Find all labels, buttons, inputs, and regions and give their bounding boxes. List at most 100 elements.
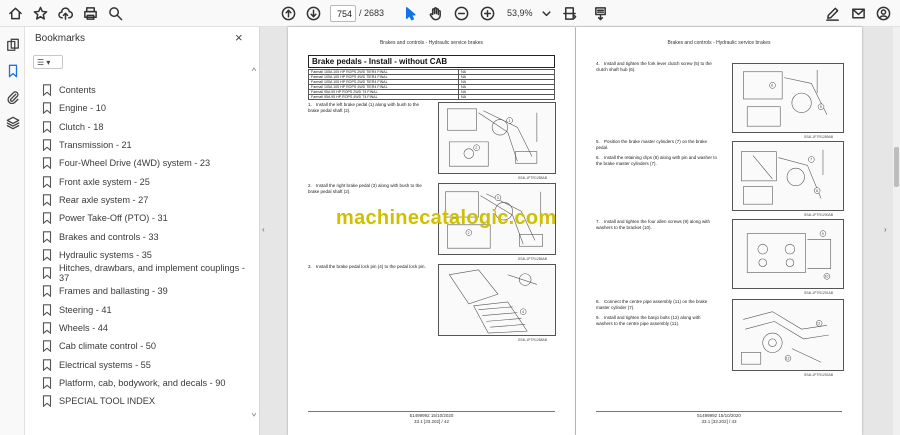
svg-text:10: 10	[825, 275, 829, 279]
zoom-level[interactable]: 53,9%	[507, 8, 533, 18]
bookmark-item[interactable]: Electrical systems - 55	[42, 355, 247, 373]
bookmark-options-dropdown[interactable]: ☰ ▾	[33, 55, 63, 69]
table-cell: Farmall 95A 95 HP ROPS 4WD T4 FINAL	[308, 94, 459, 100]
instruction-step: 5. Position the brake master cylinders (7…	[596, 139, 708, 150]
document-viewer[interactable]: ‹ Brakes and controls - Hydraulic servic…	[260, 27, 900, 435]
scroll-mode-icon[interactable]	[591, 4, 609, 22]
page-number-input[interactable]	[330, 5, 356, 22]
bookmark-icon	[42, 340, 52, 353]
select-cursor-icon[interactable]	[401, 4, 419, 22]
bookmark-item[interactable]: Front axle system - 25	[42, 172, 247, 190]
bookmark-item[interactable]: Clutch - 18	[42, 118, 247, 136]
bookmark-item[interactable]: Steering - 41	[42, 301, 247, 319]
bookmark-item[interactable]: Rear axle system - 27	[42, 191, 247, 209]
bookmark-icon	[42, 212, 52, 225]
bookmark-item[interactable]: Hitches, drawbars, and implement couplin…	[42, 263, 247, 284]
bookmark-item[interactable]: Brakes and controls - 33	[42, 227, 247, 245]
zoom-out-icon[interactable]	[452, 4, 470, 22]
figure-illustration: 7 8	[732, 141, 844, 211]
page-total: / 2683	[359, 8, 385, 18]
bookmark-item[interactable]: SPECIAL TOOL INDEX	[42, 392, 247, 410]
bookmark-item[interactable]: Four-Wheel Drive (4WD) system - 23	[42, 154, 247, 172]
bookmark-icon	[42, 377, 52, 390]
scrollbar-thumb[interactable]	[894, 147, 899, 187]
close-icon[interactable]: ×	[235, 31, 243, 44]
figure-caption: SS4L1PTR1286AB	[518, 257, 548, 261]
account-icon[interactable]	[874, 4, 892, 22]
star-icon[interactable]	[31, 4, 49, 22]
svg-text:11: 11	[817, 322, 821, 326]
zoom-dropdown-icon[interactable]	[537, 4, 555, 22]
bookmark-icon	[42, 358, 52, 371]
watermark-text: machinecatalogic.com	[336, 207, 557, 229]
instruction-step: 6. Install the retaining clips (8) along …	[596, 155, 718, 166]
sign-pen-icon[interactable]	[823, 4, 841, 22]
bookmark-label: Rear axle system - 27	[59, 194, 149, 205]
document-scrollbar[interactable]	[893, 27, 900, 435]
bookmark-icon	[42, 322, 52, 335]
bookmark-label: Power Take-Off (PTO) - 31	[59, 213, 168, 224]
bookmark-icon	[42, 102, 52, 115]
page-thumbnails-icon[interactable]	[4, 36, 21, 53]
instruction-step: 4. Install and tighten the fork lever clu…	[596, 61, 712, 72]
bookmark-label: Hydraulic systems - 35	[59, 249, 152, 260]
svg-text:2: 2	[468, 231, 470, 235]
bookmark-label: Wheels - 44	[59, 323, 109, 333]
bookmark-item[interactable]: Contents	[42, 81, 247, 99]
figure-caption: SS4L1PTR1291AB	[804, 291, 834, 295]
panel-scrollbar[interactable]	[251, 67, 257, 417]
bookmark-icon[interactable]	[4, 62, 21, 79]
table-row: Farmall 95A 95 HP ROPS 4WD T4 FINAL NA	[308, 94, 555, 100]
figure-illustration: 11 12	[732, 299, 844, 371]
bookmark-item[interactable]: Cab climate control - 50	[42, 337, 247, 355]
bookmark-item[interactable]: Wheels - 44	[42, 319, 247, 337]
page-fit-icon[interactable]	[560, 4, 578, 22]
svg-text:4: 4	[522, 310, 524, 314]
bookmark-item[interactable]: Transmission - 21	[42, 136, 247, 154]
scroll-left-icon[interactable]: ‹	[262, 225, 265, 234]
search-icon[interactable]	[106, 4, 124, 22]
figure-illustration: 9 10	[732, 219, 844, 289]
bookmark-label: Platform, cab, bodywork, and decals - 90	[59, 377, 226, 388]
figure-caption: SS4L1PTR1288AB	[518, 338, 548, 342]
bookmark-item[interactable]: Hydraulic systems - 35	[42, 246, 247, 264]
instruction-step: 2. Install the right brake pedal (3) alon…	[308, 183, 422, 194]
svg-text:9: 9	[822, 232, 824, 236]
svg-text:5: 5	[820, 105, 822, 109]
bookmark-item[interactable]: Frames and ballasting - 39	[42, 282, 247, 300]
attachment-icon[interactable]	[4, 88, 21, 105]
bookmark-label: Hitches, drawbars, and implement couplin…	[59, 263, 245, 284]
document-page-left: Brakes and controls - Hydraulic service …	[288, 27, 575, 435]
layers-icon[interactable]	[4, 114, 21, 131]
svg-text:8: 8	[816, 189, 818, 193]
bookmark-icon	[42, 175, 52, 188]
page-footer-number: 33.1 [33.202] / 42	[413, 419, 450, 424]
next-page-icon[interactable]	[304, 4, 322, 22]
bookmark-icon	[42, 303, 52, 317]
zoom-in-icon[interactable]	[478, 4, 496, 22]
scroll-right-icon[interactable]: ›	[884, 225, 887, 234]
bookmark-item[interactable]: Engine - 10	[42, 99, 247, 117]
instruction-step: 9. Install and tighten the banjo bolts (1…	[596, 315, 701, 326]
print-icon[interactable]	[81, 4, 99, 22]
bookmark-item[interactable]: Platform, cab, bodywork, and decals - 90	[42, 374, 247, 392]
bookmark-label: Four-Wheel Drive (4WD) system - 23	[59, 158, 211, 169]
svg-text:7: 7	[810, 158, 812, 162]
previous-page-icon[interactable]	[279, 4, 297, 22]
figure-illustration: 4	[438, 264, 556, 336]
instruction-step: 7. Install and tighten the four allen scr…	[596, 219, 711, 230]
page-header: Brakes and controls - Hydraulic service …	[667, 40, 771, 46]
home-icon[interactable]	[6, 4, 24, 22]
document-page-right: Brakes and controls - Hydraulic service …	[576, 27, 862, 435]
svg-text:6: 6	[771, 84, 773, 88]
bookmark-label: Transmission - 21	[59, 140, 132, 151]
hand-tool-icon[interactable]	[426, 4, 444, 22]
instruction-step: 1. Install the left brake pedal (1) along…	[308, 102, 420, 113]
table-cell: NA	[458, 94, 555, 100]
email-icon[interactable]	[849, 4, 867, 22]
page-footer-number: 33.1 [33.202] / 43	[701, 419, 737, 424]
applicability-table: Farmall 105A 105 HP ROPS 2WD TIER4 FINAL…	[308, 69, 555, 100]
bookmark-item[interactable]: Power Take-Off (PTO) - 31	[42, 209, 247, 227]
bookmark-icon	[42, 285, 52, 298]
cloud-upload-icon[interactable]	[56, 4, 74, 22]
